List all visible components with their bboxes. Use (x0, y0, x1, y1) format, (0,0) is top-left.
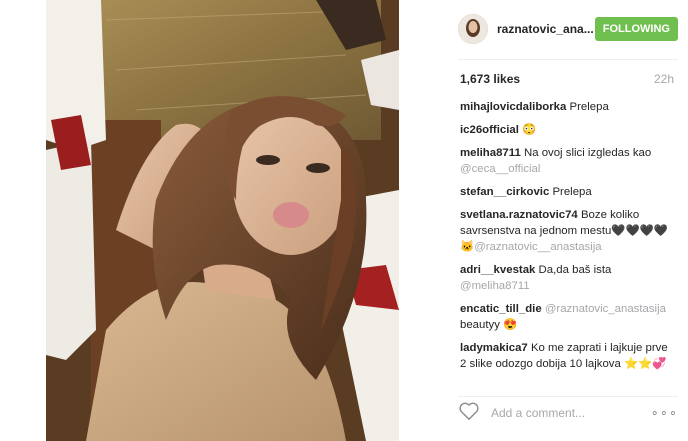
heart-icon[interactable] (458, 401, 480, 426)
comment-text: Prelepa (569, 101, 609, 113)
comment-item: ladymakica7 Ko me zaprati i lajkuje prve… (460, 340, 676, 372)
post-header: raznatovic_ana... FOLLOWING (458, 14, 678, 44)
comment-text: Da,da baš ista (538, 264, 612, 276)
add-comment-input[interactable] (489, 405, 651, 421)
username-link[interactable]: raznatovic_ana... (497, 22, 595, 36)
comments-list: mihajlovicdaliborka Prelepa ic26official … (460, 99, 676, 379)
comment-item: encatic_till_die @raznatovic_anastasija … (460, 301, 676, 333)
divider (458, 59, 678, 60)
avatar[interactable] (458, 14, 488, 44)
comment-item: meliha8711 Na ovoj slici izgledas kao @c… (460, 145, 676, 177)
following-button[interactable]: FOLLOWING (594, 17, 678, 41)
post-details-panel: raznatovic_ana... FOLLOWING 1,673 likes … (445, 0, 688, 441)
comment-mention[interactable]: @raznatovic__anastasija (474, 241, 601, 253)
comment-item: adri__kvestak Da,da baš ista @meliha8711 (460, 262, 676, 294)
comment-mention[interactable]: @meliha8711 (460, 280, 530, 292)
post-timestamp[interactable]: 22h (654, 72, 674, 86)
post-photo[interactable] (46, 0, 399, 441)
comment-text: 😳 (522, 124, 537, 136)
post-meta: 1,673 likes 22h (460, 72, 674, 86)
likes-count[interactable]: 1,673 likes (460, 72, 520, 86)
comment-username[interactable]: mihajlovicdaliborka (460, 101, 566, 113)
comment-username[interactable]: encatic_till_die (460, 303, 542, 315)
comment-username[interactable]: svetlana.raznatovic74 (460, 209, 578, 221)
comment-username[interactable]: ladymakica7 (460, 342, 528, 354)
comment-username[interactable]: ic26official (460, 124, 519, 136)
more-options-icon[interactable]: ∘∘∘ (651, 405, 678, 421)
comment-item: mihajlovicdaliborka Prelepa (460, 99, 676, 115)
comment-username[interactable]: stefan__cirkovic (460, 186, 549, 198)
comment-text: Na ovoj slici izgledas kao (523, 147, 652, 159)
post-photo-area (0, 0, 445, 441)
comment-mention[interactable]: @raznatovic_anastasija (545, 303, 666, 315)
comment-item: svetlana.raznatovic74 Boze koliko savrse… (460, 207, 676, 255)
comment-text: Prelepa (552, 186, 592, 198)
comment-mention[interactable]: @ceca__official (460, 163, 540, 175)
divider (458, 396, 678, 397)
comment-item: stefan__cirkovic Prelepa (460, 184, 676, 200)
comment-bar: ∘∘∘ (458, 398, 678, 428)
comment-item: ic26official 😳 (460, 122, 676, 138)
comment-text: beautyy 😍 (460, 319, 518, 331)
comment-username[interactable]: meliha8711 (460, 147, 521, 159)
comment-username[interactable]: adri__kvestak (460, 264, 535, 276)
